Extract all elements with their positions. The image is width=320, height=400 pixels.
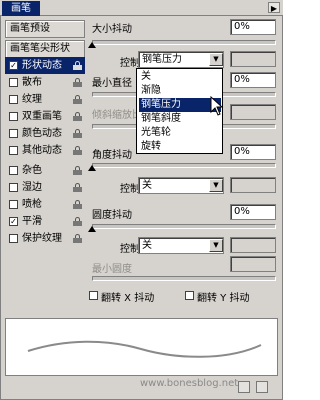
angle-jitter-label: 角度抖动 [92,150,132,161]
dropdown-option-stylus-wheel[interactable]: 光笔轮 [139,126,221,140]
watermark-text: www.bonesblog.net [140,378,239,389]
lock-icon[interactable] [73,95,82,104]
min-roundness-slider [92,276,276,281]
flip-x-checkbox[interactable] [89,291,98,300]
checkbox-icon[interactable] [9,234,18,243]
flip-x-label: 翻转 X 抖动 [101,293,155,304]
flip-y-label: 翻转 Y 抖动 [197,293,250,304]
brush-stroke-preview [5,318,278,376]
lock-icon[interactable] [73,78,82,87]
sidebar-item-label: 喷枪 [22,199,42,210]
flip-y-checkbox[interactable] [185,291,194,300]
checkbox-icon[interactable] [9,78,18,87]
min-diameter-label: 最小直径 [92,78,132,89]
lock-icon[interactable] [73,183,82,192]
control-select[interactable]: 钢笔压力 ▼ [138,51,224,68]
lock-icon[interactable] [73,200,82,209]
panel-menu-icon[interactable]: ▶ [268,2,280,13]
new-preset-icon[interactable] [238,381,250,393]
sidebar-item-label: 杂色 [22,165,42,176]
checkbox-icon[interactable] [9,95,18,104]
tab-brush[interactable]: 画笔 [2,1,40,16]
chevron-down-icon[interactable]: ▼ [209,53,223,66]
size-jitter-input[interactable]: 0% [230,19,276,35]
size-jitter-label: 大小抖动 [92,24,132,35]
roundness-jitter-label: 圆度抖动 [92,210,132,221]
brush-presets-button[interactable]: 画笔预设 [5,20,85,38]
lock-icon[interactable] [73,61,82,70]
lock-icon[interactable] [73,129,82,138]
sidebar-item-dual-brush[interactable]: 双重画笔 [5,108,85,125]
sidebar-item-label: 湿边 [22,182,42,193]
lock-icon[interactable] [73,166,82,175]
sidebar-item-airbrush[interactable]: 喷枪 [5,196,85,213]
sidebar-item-label: 形状动态 [22,60,62,71]
sidebar-item-color-dynamics[interactable]: 颜色动态 [5,125,85,142]
sidebar-item-shape-dynamics[interactable]: ✓ 形状动态 [5,57,85,74]
checkbox-icon[interactable]: ✓ [9,217,18,226]
min-roundness-input [230,256,276,272]
control2-select[interactable]: 关 ▼ [138,177,224,194]
sidebar-item-other-dynamics[interactable]: 其他动态 [5,142,85,159]
chevron-down-icon[interactable]: ▼ [209,179,223,192]
dropdown-option-pen-pressure[interactable]: 钢笔压力 [139,98,221,112]
control2-value-box [230,177,276,193]
dropdown-option-off[interactable]: 关 [139,70,221,84]
sidebar-item-label: 平滑 [22,216,42,227]
sidebar-item-smoothing[interactable]: ✓ 平滑 [5,213,85,230]
control3-select-value: 关 [142,240,152,251]
control3-select[interactable]: 关 ▼ [138,237,224,254]
min-roundness-label: 最小圆度 [92,264,132,275]
roundness-jitter-slider[interactable] [92,224,276,229]
slider-knob-icon[interactable] [88,226,96,232]
dropdown-option-rotation[interactable]: 旋转 [139,140,221,154]
lock-icon[interactable] [73,146,82,155]
sidebar-item-label: 其他动态 [22,145,62,156]
min-diameter-input[interactable]: 0% [230,72,276,88]
sidebar-item-label: 颜色动态 [22,128,62,139]
checkbox-icon[interactable]: ✓ [9,61,18,70]
checkbox-icon[interactable] [9,166,18,175]
checkbox-icon[interactable] [9,183,18,192]
dropdown-option-pen-tilt[interactable]: 钢笔斜度 [139,112,221,126]
checkbox-icon[interactable] [9,112,18,121]
sidebar-item-texture[interactable]: 纹理 [5,91,85,108]
lock-icon[interactable] [73,234,82,243]
control-select-value: 钢笔压力 [142,54,182,65]
checkbox-icon[interactable] [9,200,18,209]
checkbox-icon[interactable] [9,129,18,138]
chevron-down-icon[interactable]: ▼ [209,239,223,252]
panel-tab-bar: 画笔 ▶ [0,0,283,16]
brush-tip-shape-button[interactable]: 画笔笔尖形状 [5,40,85,58]
angle-jitter-slider[interactable] [92,163,276,168]
sidebar-item-protect-texture[interactable]: 保护纹理 [5,230,85,247]
checkbox-icon[interactable] [9,146,18,155]
slider-knob-icon[interactable] [88,165,96,171]
control-value-box [230,51,276,67]
control2-select-value: 关 [142,180,152,191]
sidebar-item-label: 双重画笔 [22,111,62,122]
trash-icon[interactable] [256,381,268,393]
sidebar-item-label: 保护纹理 [22,233,62,244]
brush-stroke-curve [27,340,262,358]
dropdown-option-fade[interactable]: 渐隐 [139,84,221,98]
sidebar-item-label: 纹理 [22,94,42,105]
sidebar-item-scattering[interactable]: 散布 [5,74,85,91]
control3-value-box [230,237,276,253]
sidebar-item-noise[interactable]: 杂色 [5,162,85,179]
mouse-cursor-icon [210,96,224,116]
size-jitter-slider[interactable] [92,40,276,45]
sidebar-item-wet-edges[interactable]: 湿边 [5,179,85,196]
angle-jitter-input[interactable]: 0% [230,144,276,160]
sidebar-item-label: 散布 [22,77,42,88]
lock-icon[interactable] [73,112,82,121]
roundness-jitter-input[interactable]: 0% [230,204,276,220]
lock-icon[interactable] [73,217,82,226]
slider-knob-icon[interactable] [88,42,96,48]
tilt-scale-input [230,104,276,120]
